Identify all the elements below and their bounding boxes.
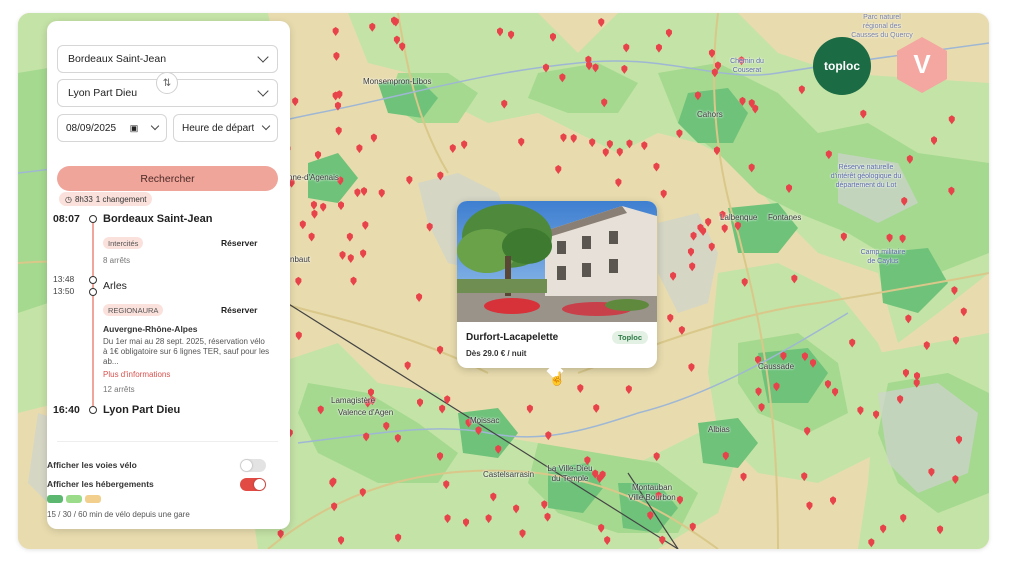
- chevron-down-icon: [261, 121, 271, 131]
- v-logo[interactable]: V: [894, 35, 950, 95]
- place-label: Camp militaire de Caylus: [860, 249, 906, 265]
- place-label: Caussade: [758, 362, 795, 371]
- stops-count: 8 arrêts: [103, 256, 131, 265]
- swap-icon: ⇅: [162, 77, 172, 89]
- region-note: Du 1er mai au 28 sept. 2025, réservation…: [103, 337, 270, 366]
- time-select[interactable]: Heure de départ: [173, 114, 278, 142]
- departure-station: Bordeaux Saint-Jean: [103, 213, 213, 225]
- lodging-label: Afficher les hébergements: [47, 479, 154, 489]
- transfer-station: Arles: [103, 280, 127, 292]
- time-placeholder: Heure de départ: [182, 122, 254, 134]
- more-info-link[interactable]: Plus d'informations: [103, 370, 170, 379]
- arrival-station: Lyon Part Dieu: [103, 404, 181, 416]
- bike-lanes-toggle[interactable]: [240, 459, 266, 472]
- date-value: 08/09/2025: [66, 122, 117, 134]
- toggle-knob: [254, 479, 265, 490]
- stop-dot: [89, 406, 97, 414]
- place-label: Chemin du Couserat: [730, 58, 764, 74]
- arrival-time: 13:48: [53, 274, 75, 284]
- place-label: Lalbenque: [720, 213, 758, 222]
- legend-swatch-30: [66, 495, 82, 503]
- provider-badge: Toploc: [611, 331, 648, 344]
- app-frame: Monsempron-Libos Chemin du Couserat Caho…: [18, 13, 989, 549]
- clock-icon: ◷: [65, 194, 72, 204]
- chevron-down-icon: [257, 51, 269, 63]
- lodging-toggle[interactable]: [240, 478, 266, 491]
- operator-badge: REGIONAURA: [103, 304, 164, 316]
- chevron-down-icon: [150, 121, 160, 131]
- chevron-down-icon: [257, 85, 269, 97]
- route-panel: Bordeaux Saint-Jean ⇅ Lyon Part Dieu 08/…: [47, 21, 290, 529]
- toggle-knob: [241, 460, 252, 471]
- place-label: Monsempron-Libos: [363, 77, 432, 86]
- destination-value: Lyon Part Dieu: [68, 87, 138, 99]
- house-photo: [457, 201, 657, 322]
- toploc-logo[interactable]: toploc: [813, 37, 871, 95]
- lodging-name: Durfort-Lacapelette: [466, 332, 559, 343]
- cursor-hand-icon: ☝: [549, 371, 566, 386]
- lodging-price: Dès 29.0 € / nuit: [466, 349, 527, 358]
- place-label: nne-d'Agenais: [288, 173, 339, 182]
- stop-dot: [89, 215, 97, 223]
- legend-swatch-60: [85, 495, 101, 503]
- place-label: Montauban Ville Bourbon: [628, 483, 676, 502]
- departure-time: 13:50: [53, 286, 75, 296]
- place-label: Cahors: [697, 110, 723, 119]
- route-line: [92, 220, 94, 410]
- legend-swatches: [47, 495, 101, 503]
- place-label: La Ville-Dieu du Temple: [547, 464, 593, 483]
- place-label: Fontanes: [768, 213, 802, 222]
- date-input[interactable]: 08/09/2025 ▣: [57, 114, 167, 142]
- departure-time: 08:07: [53, 213, 80, 225]
- place-label: Moissac: [470, 416, 500, 425]
- arrival-time: 16:40: [53, 404, 80, 416]
- place-label: Albias: [708, 425, 730, 434]
- stops-count: 12 arrêts: [103, 385, 135, 394]
- origin-value: Bordeaux Saint-Jean: [68, 53, 167, 65]
- v-logo-text: V: [913, 49, 931, 79]
- changes-text: 1 changement: [95, 194, 147, 204]
- lodging-photo[interactable]: [457, 201, 657, 322]
- reserve-link[interactable]: Réserver: [221, 305, 257, 315]
- duration-text: 8h33: [74, 194, 93, 204]
- search-button[interactable]: Rechercher: [57, 166, 278, 191]
- origin-select[interactable]: Bordeaux Saint-Jean: [57, 45, 278, 73]
- place-label: nbaut: [290, 255, 311, 264]
- operator-badge: Intercités: [103, 237, 144, 249]
- place-label: Lamagistère: [331, 396, 376, 405]
- reserve-link[interactable]: Réserver: [221, 238, 257, 248]
- region-title: Auvergne-Rhône-Alpes: [103, 324, 198, 334]
- bike-lanes-label: Afficher les voies vélo: [47, 460, 137, 470]
- duration-badge: ◷ 8h33 1 changement: [59, 192, 153, 206]
- legend-text: 15 / 30 / 60 min de vélo depuis une gare: [47, 510, 190, 519]
- place-label: Réserve naturelle d'intérêt géologique d…: [830, 164, 902, 189]
- place-label: Valence d'Agen: [338, 408, 394, 417]
- stop-dot: [89, 276, 97, 284]
- toploc-logo-text: toploc: [824, 59, 860, 73]
- divider: [57, 441, 278, 442]
- swap-stations-button[interactable]: ⇅: [156, 72, 178, 94]
- lodging-popup[interactable]: Durfort-Lacapelette Toploc Dès 29.0 € / …: [457, 201, 657, 380]
- legend-swatch-15: [47, 495, 63, 503]
- calendar-icon[interactable]: ▣: [130, 123, 139, 134]
- place-label: Castelsarrasin: [483, 470, 535, 479]
- stop-dot: [89, 288, 97, 296]
